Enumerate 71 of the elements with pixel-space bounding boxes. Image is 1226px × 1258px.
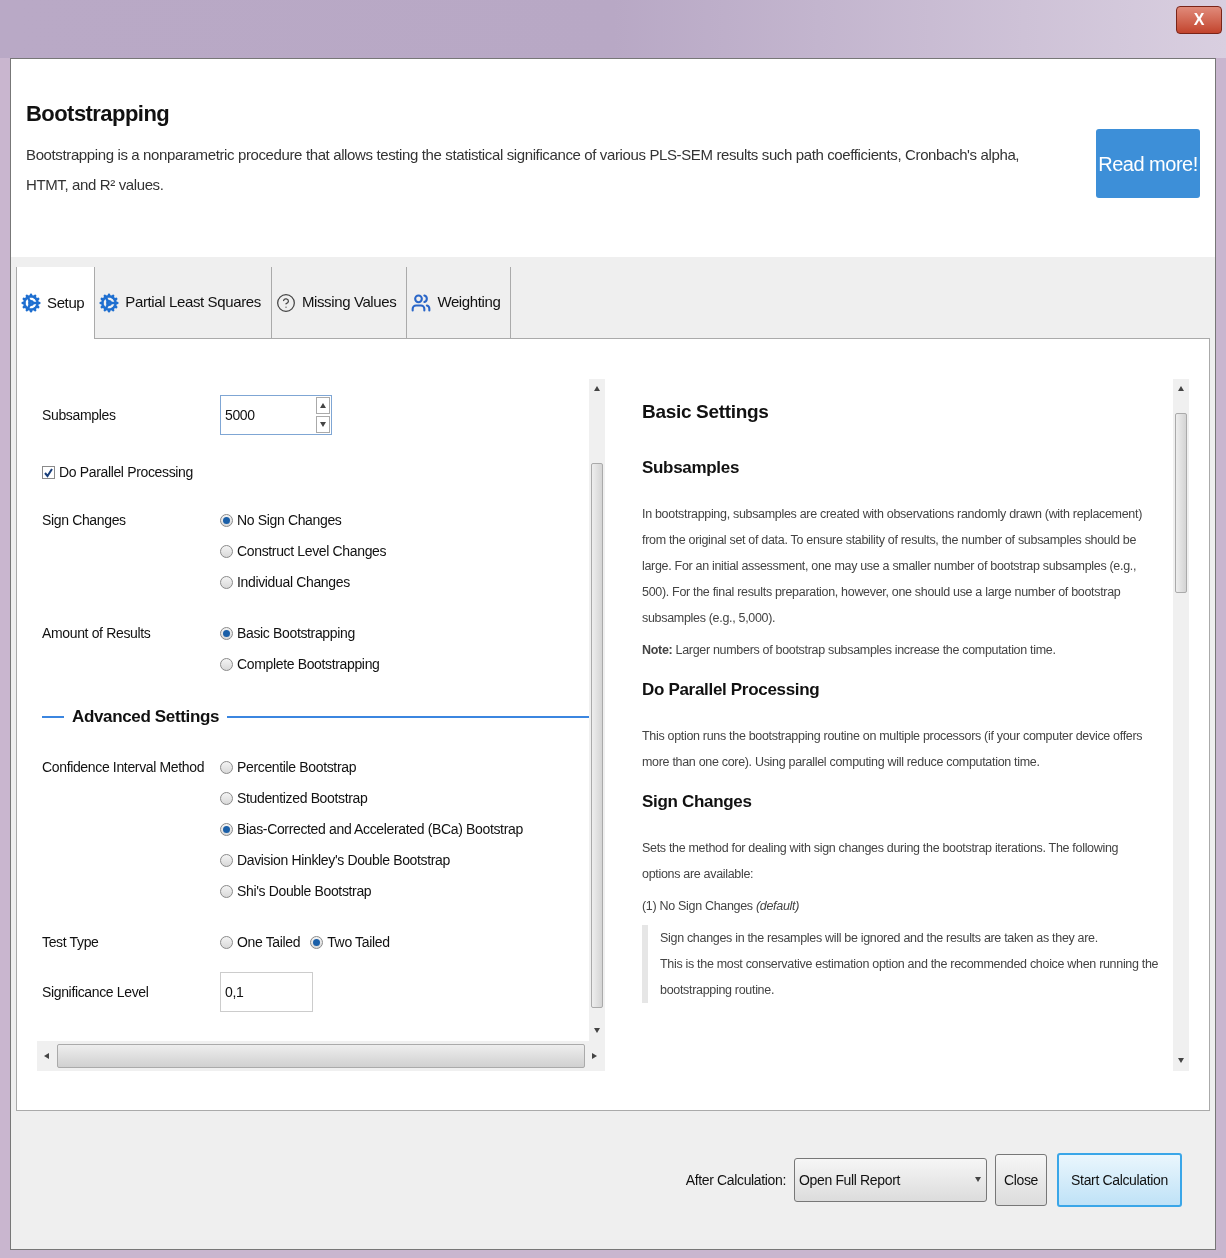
- checkbox-label: Do Parallel Processing: [59, 462, 193, 482]
- radio-label: Percentile Bootstrap: [237, 758, 357, 777]
- gear-icon: [21, 293, 41, 313]
- help-quote: Sign changes in the resamples will be ignored and the results are taken as they are. This is the most conservative estimation option and the recommended choice when running the bootstrapping routine.: [642, 925, 1159, 1003]
- help-paragraph: (1) No Sign Changes (default): [642, 898, 800, 915]
- dropdown-caret-icon[interactable]: [974, 1176, 982, 1184]
- number-input[interactable]: 5000: [221, 404, 316, 426]
- radio-label: Complete Bootstrapping: [237, 655, 380, 674]
- close-dialog-button[interactable]: Close: [995, 1154, 1047, 1206]
- radio-label: Two Tailed: [327, 933, 390, 952]
- help-icon: [275, 292, 296, 313]
- tab[interactable]: Setup: [16, 267, 96, 339]
- after-calculation-dropdown[interactable]: Open Full Report: [794, 1158, 987, 1202]
- field-label: Subsamples: [42, 405, 117, 425]
- vertical-scrollbar[interactable]: [589, 379, 605, 1041]
- radio-button[interactable]: [220, 545, 233, 558]
- checkbox[interactable]: [42, 465, 55, 479]
- radio-button[interactable]: [220, 576, 233, 589]
- field-label: Confidence Interval Method: [42, 759, 205, 775]
- help-subheading: Do Parallel Processing: [642, 679, 821, 701]
- radio-button[interactable]: [220, 761, 233, 774]
- scroll-left-icon[interactable]: [43, 1052, 51, 1060]
- radio-label: One Tailed: [237, 933, 301, 952]
- text-input[interactable]: 0,1: [220, 972, 313, 1012]
- spin-box[interactable]: 5000: [220, 395, 332, 435]
- after-calculation-label: After Calculation:: [685, 1170, 786, 1190]
- help-subheading: Sign Changes: [642, 791, 753, 813]
- help-paragraph: Note: Larger numbers of bootstrap subsamples increase the computation time.: [642, 642, 1057, 659]
- field-label: Sign Changes: [42, 512, 126, 528]
- scroll-up-icon[interactable]: [593, 385, 601, 393]
- scrollbar-thumb[interactable]: [1175, 413, 1187, 593]
- section-heading: Advanced Settings: [71, 706, 221, 729]
- help-paragraph: This option runs the bootstrapping routine on multiple processors (if your computer device offers more than one core). Using parallel computing will reduce computation time.: [642, 728, 1144, 771]
- scroll-right-icon[interactable]: [591, 1052, 599, 1060]
- vertical-scrollbar[interactable]: [1173, 379, 1189, 1071]
- radio-label: Basic Bootstrapping: [237, 624, 355, 643]
- dialog-description: Bootstrapping is a nonparametric procedure that allows testing the statistical significance of various PLS-SEM results such path coefficients, Cronbach's alpha, HTMT, and R² values.: [26, 145, 1021, 195]
- spin-down-icon[interactable]: [319, 420, 327, 429]
- radio-button[interactable]: [220, 854, 233, 867]
- radio-label: Studentized Bootstrap: [237, 789, 368, 808]
- scrollbar-thumb[interactable]: [591, 463, 603, 1008]
- radio-button[interactable]: [220, 936, 233, 949]
- radio-button[interactable]: [220, 658, 233, 671]
- radio-button[interactable]: [310, 936, 324, 949]
- help-heading: Basic Settings: [642, 400, 770, 424]
- field-label: Significance Level: [42, 982, 150, 1002]
- radio-label: No Sign Changes: [237, 511, 342, 530]
- help-paragraph: Sets the method for dealing with sign changes during the bootstrap iterations. The following options are available:: [642, 840, 1120, 883]
- radio-label: Bias-Corrected and Accelerated (BCa) Bootstrap: [237, 820, 523, 839]
- people-icon: [411, 292, 432, 313]
- spin-up-icon[interactable]: [319, 401, 327, 410]
- radio-button[interactable]: [220, 627, 233, 640]
- radio-button[interactable]: [220, 792, 233, 805]
- radio-button[interactable]: [220, 514, 233, 527]
- gear-icon: [99, 292, 120, 313]
- help-paragraph: In bootstrapping, subsamples are created with observations randomly drawn (with replacement) from the original set of data. To ensure stability of results, the number of subsamples should be large. For an initial assessment, one may use a smaller number of bootstrap subsamples (e.g., 500). For the final results preparation, however, one should use a large number of bootstrap subsamples (e.g., 5,000).: [642, 506, 1143, 627]
- radio-button[interactable]: [220, 885, 233, 898]
- radio-label: Individual Changes: [237, 573, 350, 592]
- help-subheading: Subsamples: [642, 457, 741, 479]
- start-calculation-button[interactable]: Start Calculation: [1057, 1153, 1182, 1207]
- radio-label: Davision Hinkley's Double Bootstrap: [237, 851, 450, 870]
- scroll-up-icon[interactable]: [1177, 385, 1185, 393]
- scroll-down-icon[interactable]: [1177, 1057, 1185, 1065]
- radio-label: Construct Level Changes: [237, 542, 387, 561]
- field-label: Amount of Results: [42, 625, 151, 641]
- dialog-title: Bootstrapping: [26, 100, 171, 128]
- field-label: Test Type: [42, 934, 99, 950]
- radio-label: Shi's Double Bootstrap: [237, 882, 372, 901]
- scrollbar-thumb[interactable]: [57, 1044, 585, 1068]
- scroll-down-icon[interactable]: [593, 1027, 601, 1035]
- radio-button[interactable]: [220, 823, 233, 836]
